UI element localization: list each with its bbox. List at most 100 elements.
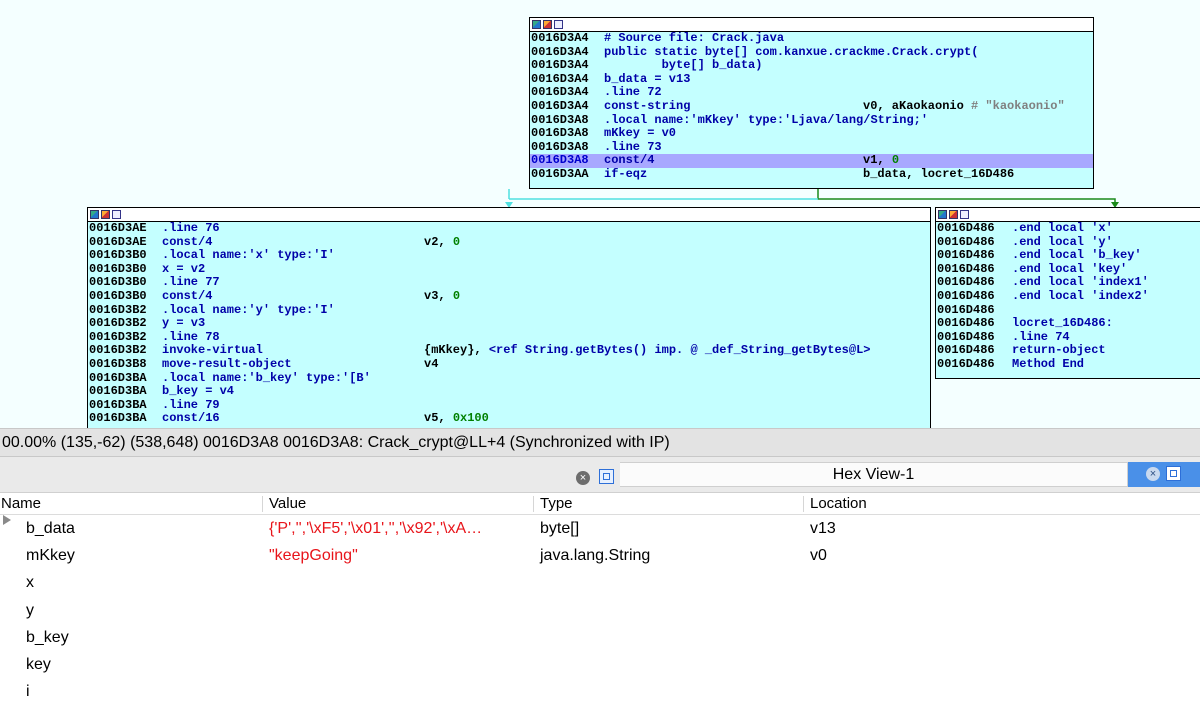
line-instruction[interactable]: public static byte[] com.kanxue.crackme.… bbox=[604, 45, 978, 60]
chart-icon[interactable] bbox=[949, 210, 958, 219]
line-instruction[interactable]: .end local 'y' bbox=[1012, 235, 1113, 250]
disasm-line[interactable]: 0016D486 .end local 'key' bbox=[936, 262, 1200, 277]
line-instruction[interactable]: .local name:'b_key' type:'[B' bbox=[162, 371, 371, 386]
line-operands[interactable]: {mKkey}, <ref String.getBytes() imp. @ _… bbox=[424, 344, 870, 358]
disasm-line[interactable]: 0016D3A8 mKkey = v0 bbox=[530, 127, 1093, 141]
line-operands[interactable]: v1, 0 bbox=[863, 154, 899, 168]
line-instruction[interactable]: mKkey = v0 bbox=[604, 127, 676, 141]
line-instruction[interactable]: x = v2 bbox=[162, 262, 205, 277]
line-instruction[interactable]: invoke-virtual bbox=[162, 344, 263, 358]
table-row[interactable]: y bbox=[0, 597, 1200, 624]
node-crypt-entry[interactable]: 0016D3A4 # Source file: Crack.java 0016D3A… bbox=[529, 17, 1094, 189]
close-icon[interactable]: × bbox=[1146, 467, 1160, 481]
disasm-line[interactable]: 0016D486 .line 74 bbox=[936, 330, 1200, 345]
line-instruction[interactable]: .end local 'key' bbox=[1012, 262, 1127, 277]
graph-view[interactable]: 0016D3A4 # Source file: Crack.java 0016D3A… bbox=[0, 0, 1200, 428]
line-instruction[interactable]: .end local 'index2' bbox=[1012, 289, 1149, 304]
line-instruction[interactable]: .line 74 bbox=[1012, 330, 1070, 345]
line-instruction[interactable]: const/4 bbox=[162, 289, 212, 304]
disasm-line[interactable]: 0016D486 locret_16D486: bbox=[936, 317, 1200, 331]
line-instruction[interactable]: const/16 bbox=[162, 412, 220, 426]
disasm-line[interactable]: 0016D3B2 .line 78 bbox=[88, 330, 930, 345]
disasm-line[interactable]: 0016D3A8 .line 73 bbox=[530, 140, 1093, 155]
line-instruction[interactable]: b_data = v13 bbox=[604, 72, 690, 87]
disasm-line[interactable]: 0016D3BA .local name:'b_key' type:'[B' bbox=[88, 371, 930, 386]
disasm-line[interactable]: 0016D3BA const/16 v5, 0x100 bbox=[88, 412, 930, 426]
graph-icon[interactable] bbox=[532, 20, 541, 29]
line-instruction[interactable]: move-result-object bbox=[162, 357, 292, 372]
disasm-line[interactable]: 0016D3A4 public static byte[] com.kanxue.… bbox=[530, 45, 1093, 60]
disasm-line[interactable]: 0016D3A4 byte[] b_data) bbox=[530, 59, 1093, 73]
line-instruction[interactable]: .line 79 bbox=[162, 398, 220, 413]
expand-arrow-icon[interactable] bbox=[3, 515, 11, 525]
disasm-line[interactable]: 0016D486 .end local 'index2' bbox=[936, 289, 1200, 304]
line-instruction[interactable]: const/4 bbox=[162, 235, 212, 250]
disasm-line[interactable]: 0016D3A4 # Source file: Crack.java bbox=[530, 31, 1093, 46]
line-instruction[interactable]: .end local 'index1' bbox=[1012, 276, 1149, 290]
line-instruction[interactable]: .line 73 bbox=[604, 140, 662, 155]
line-instruction[interactable]: const-string bbox=[604, 99, 690, 114]
disasm-line[interactable]: 0016D3A4 .line 72 bbox=[530, 86, 1093, 100]
line-instruction[interactable]: if-eqz bbox=[604, 167, 647, 182]
line-operands[interactable]: v3, 0 bbox=[424, 289, 460, 304]
list-icon[interactable] bbox=[554, 20, 563, 29]
line-operands[interactable]: v5, 0x100 bbox=[424, 412, 489, 426]
disasm-line[interactable]: 0016D486 bbox=[936, 303, 1200, 318]
disasm-line[interactable]: 0016D486 .end local 'b_key' bbox=[936, 249, 1200, 263]
line-instruction[interactable]: byte[] b_data) bbox=[604, 59, 763, 73]
disasm-line[interactable]: 0016D3AA if-eqz b_data, locret_16D486 bbox=[530, 167, 1093, 182]
list-icon[interactable] bbox=[960, 210, 969, 219]
disasm-line[interactable]: 0016D3B0 .local name:'x' type:'I' bbox=[88, 249, 930, 263]
operand-reference[interactable]: <ref String.getBytes() imp. @ _def_Strin… bbox=[489, 343, 871, 358]
line-instruction[interactable]: locret_16D486: bbox=[1012, 317, 1113, 331]
disasm-line[interactable]: 0016D3B8 move-result-object v4 bbox=[88, 357, 930, 372]
disasm-line[interactable]: 0016D3BA .line 79 bbox=[88, 398, 930, 413]
node-loop-body[interactable]: 0016D3AE .line 76 0016D3AE const/4 v2, 0 0016… bbox=[87, 207, 931, 428]
line-operands[interactable]: v2, 0 bbox=[424, 235, 460, 250]
column-header-location[interactable]: Location bbox=[810, 493, 867, 514]
disasm-line[interactable]: 0016D3B0 const/4 v3, 0 bbox=[88, 289, 930, 304]
disasm-line[interactable]: 0016D3B2 invoke-virtual {mKkey}, <ref Stri… bbox=[88, 344, 930, 358]
table-row[interactable]: b_data {'P','','\xF5','\x01','','\x92','\… bbox=[0, 515, 1200, 542]
disasm-line[interactable]: 0016D3B2 y = v3 bbox=[88, 317, 930, 331]
disasm-line[interactable]: 0016D3A4 const-string v0, aKaokaonio # "ka… bbox=[530, 99, 1093, 114]
line-instruction[interactable]: .local name:'mKkey' type:'Ljava/lang/Str… bbox=[604, 113, 928, 128]
disasm-line[interactable]: 0016D3AE const/4 v2, 0 bbox=[88, 235, 930, 250]
line-instruction[interactable]: b_key = v4 bbox=[162, 385, 234, 399]
table-row[interactable]: x bbox=[0, 569, 1200, 596]
list-icon[interactable] bbox=[112, 210, 121, 219]
column-header-type[interactable]: Type bbox=[540, 493, 573, 514]
disasm-line[interactable]: 0016D3A8 .local name:'mKkey' type:'Ljava/… bbox=[530, 113, 1093, 128]
line-instruction[interactable]: const/4 bbox=[604, 154, 654, 168]
line-instruction[interactable]: .line 77 bbox=[162, 276, 220, 290]
disasm-line[interactable]: 0016D3AE .line 76 bbox=[88, 221, 930, 236]
line-instruction[interactable]: .line 72 bbox=[604, 86, 662, 100]
disasm-line[interactable]: 0016D3B0 .line 77 bbox=[88, 276, 930, 290]
disasm-line[interactable]: 0016D3B0 x = v2 bbox=[88, 262, 930, 277]
disasm-line[interactable]: 0016D486 .end local 'index1' bbox=[936, 276, 1200, 290]
table-row[interactable]: key bbox=[0, 651, 1200, 678]
disasm-line[interactable]: 0016D3A4 b_data = v13 bbox=[530, 72, 1093, 87]
close-icon[interactable]: × bbox=[576, 471, 590, 485]
disasm-line[interactable]: 0016D3A8 const/4 v1, 0 bbox=[530, 154, 1093, 168]
line-instruction[interactable]: .local name:'y' type:'I' bbox=[162, 303, 335, 318]
line-instruction[interactable]: y = v3 bbox=[162, 317, 205, 331]
disasm-line[interactable]: 0016D3B2 .local name:'y' type:'I' bbox=[88, 303, 930, 318]
table-row[interactable]: b_key bbox=[0, 624, 1200, 651]
locals-panel[interactable]: Name Value Type Location b_data {'P','','… bbox=[0, 493, 1200, 700]
graph-icon[interactable] bbox=[90, 210, 99, 219]
line-instruction[interactable]: .line 78 bbox=[162, 330, 220, 345]
line-operands[interactable]: v4 bbox=[424, 357, 438, 372]
line-operands[interactable]: b_data, locret_16D486 bbox=[863, 167, 1014, 182]
disasm-line[interactable]: 0016D3BA b_key = v4 bbox=[88, 385, 930, 399]
line-instruction[interactable]: .line 76 bbox=[162, 221, 220, 236]
column-header-value[interactable]: Value bbox=[269, 493, 306, 514]
tab-active[interactable]: × bbox=[1128, 462, 1200, 487]
line-instruction[interactable]: # Source file: Crack.java bbox=[604, 31, 784, 46]
disasm-line[interactable]: 0016D486 .end local 'x' bbox=[936, 221, 1200, 236]
tab-hex-view[interactable]: Hex View-1 bbox=[620, 462, 1128, 487]
chart-icon[interactable] bbox=[101, 210, 110, 219]
node-return[interactable]: 0016D486 .end local 'x' 0016D486 .end local… bbox=[935, 207, 1200, 379]
disasm-line[interactable]: 0016D486 return-object bbox=[936, 344, 1200, 358]
line-instruction[interactable]: return-object bbox=[1012, 344, 1106, 358]
